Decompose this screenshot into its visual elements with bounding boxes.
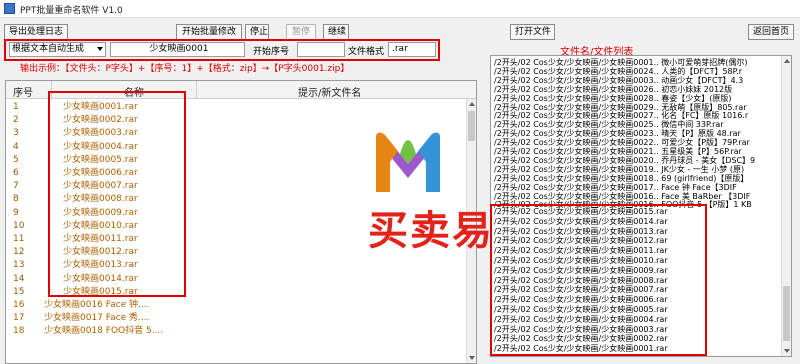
row-number: 14 (13, 273, 25, 284)
scroll-down-icon[interactable] (784, 349, 790, 353)
scroll-down-icon[interactable] (469, 356, 475, 360)
row-number: 4 (13, 141, 19, 152)
row-number: 9 (13, 207, 19, 218)
file-list-highlight (490, 204, 707, 356)
export-log-button[interactable]: 导出处理日志 (4, 24, 68, 40)
row-number: 15 (13, 286, 25, 297)
row-number: 5 (13, 154, 19, 165)
start-number-input[interactable] (297, 42, 345, 57)
row-number: 11 (13, 234, 25, 244)
chevron-down-icon (97, 47, 103, 51)
row-number: 10 (13, 220, 25, 231)
row-file-name: 少女映画0016 Face 钟.... (44, 300, 150, 310)
table-row[interactable]: 18 少女映画0018 FOO抖音 5.... (6, 325, 468, 338)
row-file-name: 少女映画0018 FOO抖音 5.... (44, 326, 164, 337)
start-rename-button[interactable]: 开始批量修改 (176, 24, 242, 40)
title-bar: PPT批量重命名软件 V1.0 (0, 0, 800, 18)
scroll-up-icon[interactable] (784, 59, 790, 63)
mode-select[interactable]: 根据文本自动生成 (9, 42, 106, 57)
brand-watermark-text: 买卖易 (368, 208, 494, 254)
row-number: 13 (13, 260, 25, 271)
open-file-button[interactable]: 打开文件 (510, 24, 555, 40)
row-number: 18 (13, 326, 25, 337)
row-number: 1 (13, 102, 19, 112)
file-format-label: 文件格式 (348, 47, 385, 57)
table-row[interactable]: 17 少女映画0017 Face 秀.... (6, 312, 468, 325)
brand-logo (376, 132, 440, 192)
row-number: 6 (13, 168, 19, 178)
row-file-name: 少女映画0017 Face 秀.... (44, 313, 150, 324)
row-number: 16 (13, 300, 25, 310)
file-list-scrollbar[interactable] (781, 56, 791, 356)
row-number: 2 (13, 115, 19, 126)
app-icon (4, 3, 15, 14)
table-row[interactable]: 16 少女映画0016 Face 钟.... (6, 299, 468, 312)
format-example-note: 输出示例：【文件头：P字头】+【序号：1】+【格式：zip】→【P字头0001.… (20, 64, 350, 74)
continue-button[interactable]: 继续 (323, 24, 349, 40)
mode-select-value: 根据文本自动生成 (12, 44, 85, 54)
name-input[interactable]: 少女映画0001 (110, 42, 245, 57)
col-header-note[interactable]: 提示/新文件名 (298, 84, 361, 99)
col-header-num[interactable]: 序号 (13, 84, 33, 99)
start-number-label: 开始序号 (253, 47, 290, 57)
window-title: PPT批量重命名软件 V1.0 (20, 6, 123, 16)
row-number: 12 (13, 247, 25, 258)
scroll-thumb[interactable] (783, 286, 790, 341)
back-home-button[interactable]: 返回首页 (748, 24, 794, 40)
row-number: 3 (13, 128, 19, 139)
stop-button[interactable]: 停止 (245, 24, 269, 40)
row-number: 8 (13, 194, 19, 205)
row-number: 17 (13, 313, 25, 324)
file-format-input[interactable]: .rar (388, 42, 436, 57)
name-column-highlight (48, 91, 186, 297)
pause-button[interactable]: 暂停 (286, 24, 316, 40)
scroll-up-icon[interactable] (469, 102, 475, 106)
row-number: 7 (13, 181, 19, 192)
scroll-thumb[interactable] (468, 111, 475, 141)
